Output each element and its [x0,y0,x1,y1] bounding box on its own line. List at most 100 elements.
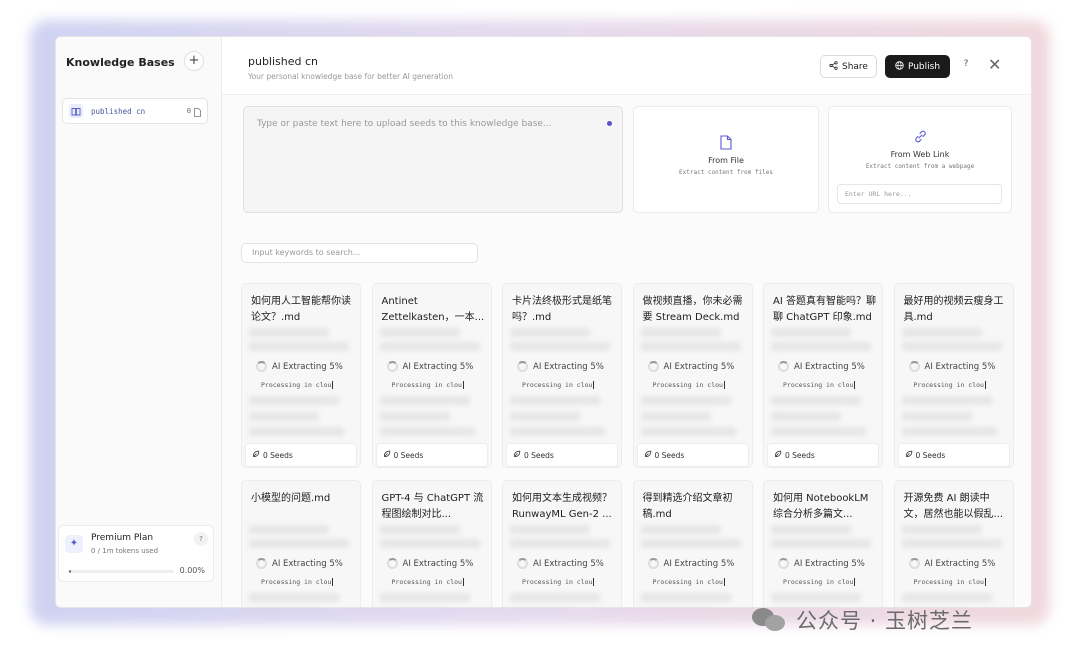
extract-status: AI Extracting 5% [647,558,735,569]
text-cursor [462,578,464,586]
document-card[interactable]: GPT-4 与 ChatGPT 流程图绘制对比... AI Extracting … [371,480,492,607]
url-input[interactable]: Enter URL here... [837,184,1002,204]
blurred-preview-line [379,593,470,602]
processing-text: Processing in clou [653,578,725,586]
card-title: 如何用 NotebookLM 综合分析多篇文... [773,493,869,520]
blurred-preview-line [249,342,349,351]
publish-button[interactable]: Publish [885,55,950,78]
extract-status-label: AI Extracting 5% [533,558,604,569]
spinner-icon [517,361,528,372]
blurred-preview-line [510,539,610,548]
add-knowledge-base-button[interactable]: + [184,51,204,71]
blurred-preview-line [901,328,982,337]
card-title: 做视频直播，你未必需要 Stream Deck.md [642,296,743,323]
sidebar-item-published-cn[interactable]: published cn 0 [62,98,208,124]
blurred-preview-line [510,342,610,351]
extract-status: AI Extracting 5% [517,361,604,372]
extract-status: AI Extracting 5% [908,558,996,569]
spinner-icon [647,558,659,569]
seeds-label: 0 Seeds [393,450,424,460]
close-button[interactable]: ✕ [988,55,1001,74]
plan-help-button[interactable]: ? [194,532,208,546]
processing-label: Processing in clou [783,578,854,586]
blurred-preview-line [510,328,590,337]
document-card[interactable]: Antinet Zettelkasten，一本... AI Extracting … [371,283,492,468]
app-window: Knowledge Bases + published cn 0 ✦ Premi… [55,36,1032,608]
card-title: 卡片法终极形式是纸笔吗？.md [512,296,612,323]
blurred-preview-line [379,525,460,534]
blurred-preview-line [379,412,450,421]
blurred-preview-line [379,427,475,436]
document-card[interactable]: 小模型的问题.md AI Extracting 5% Processing in c… [241,480,361,607]
help-button[interactable]: ? [959,59,973,69]
processing-label: Processing in clou [522,381,593,389]
document-card[interactable]: 得到精选介绍文章初稿.md AI Extracting 5% Processing … [632,480,753,607]
blurred-preview-line [771,427,866,436]
extract-status: AI Extracting 5% [386,558,473,569]
processing-text: Processing in clou [783,578,856,586]
document-card[interactable]: 如何用文本生成视频？RunwayML Gen-2 ... AI Extractin… [502,480,622,607]
blurred-preview-line [249,396,339,405]
processing-label: Processing in clou [913,381,984,389]
extract-status-label: AI Extracting 5% [663,558,735,569]
search-input[interactable]: Input keywords to search... [241,243,478,263]
card-title: GPT-4 与 ChatGPT 流程图绘制对比... [381,493,484,520]
plan-tokens: 0 / 1m tokens used [91,547,159,555]
text-upload-area[interactable]: Type or paste text here to upload seeds … [243,106,623,213]
processing-text: Processing in clou [914,381,986,389]
seeds-count: 0 Seeds [897,443,1010,467]
document-card[interactable]: 卡片法终极形式是纸笔吗？.md AI Extracting 5% Processin… [502,283,622,468]
blurred-preview-line [510,525,590,534]
extract-status: AI Extracting 5% [908,361,995,372]
blurred-preview-line [510,396,600,405]
sidebar-title: Knowledge Bases [66,56,175,69]
blurred-preview-line [771,525,851,534]
blurred-preview-line [640,396,731,405]
document-card[interactable]: 如何用人工智能帮你读论文？.md AI Extracting 5% Processi… [241,283,361,468]
from-file-card[interactable]: From File Extract content from files [633,106,819,213]
blurred-preview-line [640,593,731,602]
blurred-preview-line [771,396,861,405]
extract-status: AI Extracting 5% [647,361,734,372]
blurred-preview-line [249,539,349,548]
document-card[interactable]: 如何用 NotebookLM 综合分析多篇文... AI Extracting 5… [763,480,883,607]
extract-status-label: AI Extracting 5% [924,558,996,569]
card-title: 得到精选介绍文章初稿.md [642,493,733,520]
file-icon [634,135,818,153]
sidebar: Knowledge Bases + published cn 0 ✦ Premi… [56,37,222,607]
extract-status: AI Extracting 5% [256,558,343,569]
text-cursor [332,381,334,389]
blurred-preview-line [901,525,982,534]
document-card[interactable]: AI 答题真有智能吗？聊聊 ChatGPT 印象.md AI Extracting… [763,283,883,468]
share-button[interactable]: Share [820,55,877,78]
processing-text: Processing in clou [522,381,595,389]
document-card[interactable]: 做视频直播，你未必需要 Stream Deck.md AI Extracting … [632,283,753,468]
processing-label: Processing in clou [652,381,723,389]
blurred-preview-line [249,593,339,602]
from-web-link-card: From Web Link Extract content from a web… [828,106,1012,213]
text-cursor [854,381,856,389]
processing-text: Processing in clou [653,381,725,389]
seeds-label: 0 Seeds [654,450,685,460]
extract-status-label: AI Extracting 5% [794,361,865,372]
blurred-preview-line [771,342,871,351]
spinner-icon [647,361,659,372]
document-card[interactable]: 最好用的视频云瘦身工具.md AI Extracting 5% Processing… [893,283,1014,468]
processing-text: Processing in clou [914,578,986,586]
from-web-link-desc: Extract content from a webpage [865,163,975,170]
processing-text: Processing in clou [261,578,334,586]
blurred-preview-line [379,328,460,337]
text-cursor [332,578,334,586]
processing-text: Processing in clou [522,578,595,586]
blurred-preview-line [771,328,851,337]
file-icon [194,102,201,121]
text-cursor [984,578,986,586]
blurred-preview-line [249,427,344,436]
document-card[interactable]: 开源免费 AI 朗读中文，居然也能以假乱... AI Extracting 5% P… [893,480,1014,607]
header: published cn Your personal knowledge bas… [222,37,1031,95]
blurred-preview-line [249,412,319,421]
text-cursor [984,381,986,389]
plan-percent: 0.00% [179,566,205,575]
card-title: Antinet Zettelkasten，一本... [381,296,485,323]
blurred-preview-line [510,427,605,436]
